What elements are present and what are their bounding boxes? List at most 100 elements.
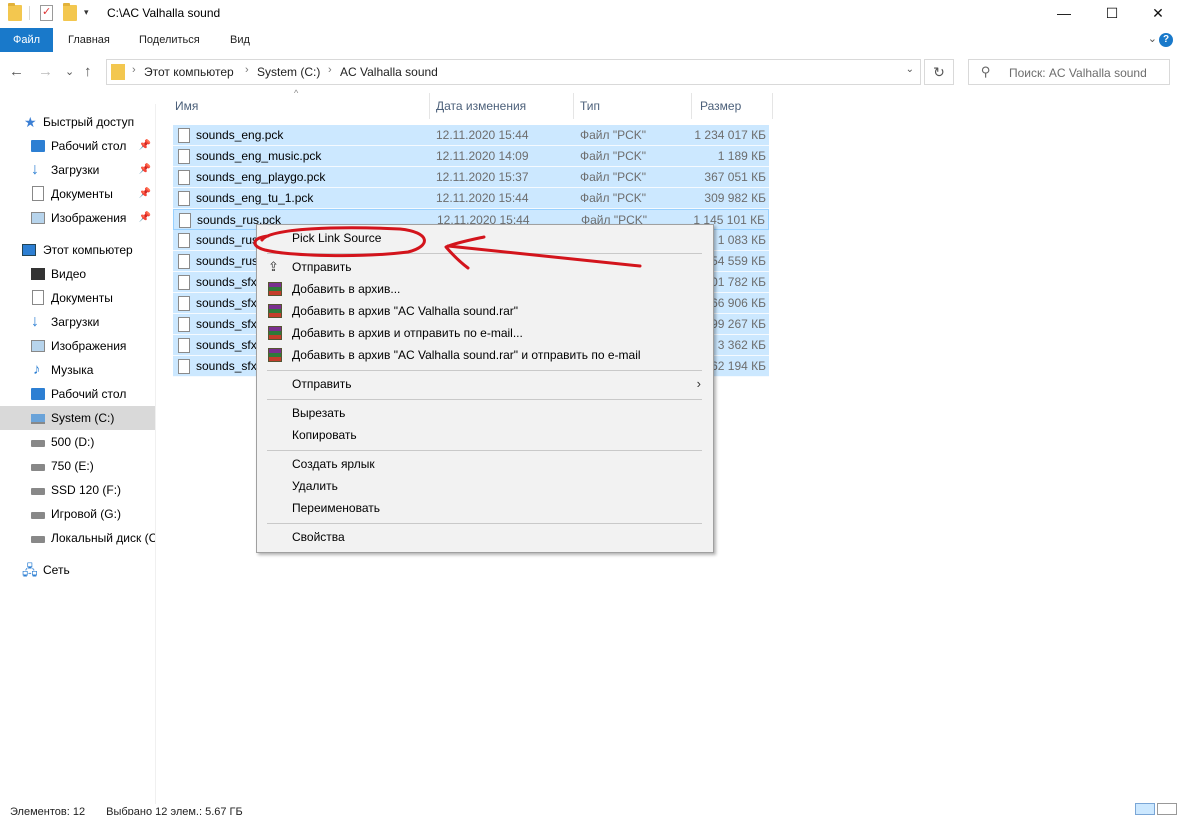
crumb-system-c[interactable]: System (C:)	[257, 65, 320, 79]
tab-home[interactable]: Главная	[56, 28, 122, 52]
menu-item-properties[interactable]: Свойства	[259, 526, 711, 548]
pin-icon[interactable]: 📌	[139, 182, 151, 206]
menu-separator	[267, 399, 702, 400]
menu-item-label: Pick Link Source	[292, 231, 382, 245]
crumb-separator[interactable]: ›	[328, 64, 332, 76]
tab-file[interactable]: Файл	[0, 28, 53, 52]
sidebar-item-pc-pictures[interactable]: Изображения	[0, 334, 155, 358]
pin-icon[interactable]: 📌	[139, 134, 151, 158]
sidebar-item-videos[interactable]: Видео	[0, 262, 155, 286]
system-drive-icon	[31, 414, 45, 424]
sidebar-item-drive-g[interactable]: Игровой (G:)	[0, 502, 155, 526]
sidebar-item-pc-desktop[interactable]: Рабочий стол	[0, 382, 155, 406]
sidebar-item-drive-e[interactable]: 750 (E:)	[0, 454, 155, 478]
address-dropdown-icon[interactable]: ⌄	[906, 64, 914, 75]
file-row[interactable]: sounds_eng_music.pck 12.11.2020 14:09 Файл…	[173, 146, 769, 167]
file-date: 12.11.2020 15:37	[436, 170, 529, 184]
close-button[interactable]: ✕	[1135, 0, 1177, 26]
column-header-date[interactable]: Дата изменения	[431, 93, 574, 119]
help-icon[interactable]: ?	[1159, 33, 1173, 47]
sidebar-item-label: Локальный диск (С	[51, 531, 155, 545]
menu-item-delete[interactable]: Удалить	[259, 475, 711, 497]
menu-item-add-and-email[interactable]: Добавить в архив и отправить по e-mail..…	[259, 322, 711, 344]
pin-icon[interactable]: 📌	[139, 158, 151, 182]
file-icon	[179, 213, 191, 228]
sidebar-item-label: Загрузки	[51, 315, 100, 329]
file-date: 12.11.2020 15:44	[436, 128, 529, 142]
file-icon	[178, 170, 190, 185]
drive-icon	[31, 536, 45, 543]
sidebar-item-pc-downloads[interactable]: ↓ Загрузки	[0, 310, 155, 334]
sidebar-item-label: Игровой (G:)	[51, 507, 121, 521]
sidebar-item-quick-access[interactable]: ★ Быстрый доступ	[0, 110, 155, 134]
menu-item-send-to[interactable]: Отправить ›	[259, 373, 711, 395]
crumb-separator[interactable]: ›	[132, 64, 136, 76]
title-bar: ▾ C:\AC Valhalla sound — ☐ ✕	[0, 0, 1177, 27]
pin-icon[interactable]: 📌	[139, 206, 151, 230]
divider	[29, 6, 30, 20]
refresh-button[interactable]: ↻	[924, 59, 954, 85]
picture-icon	[31, 212, 45, 224]
sidebar-item-pictures[interactable]: Изображения 📌	[0, 206, 155, 230]
file-name: sounds_eng.pck	[196, 128, 284, 142]
tab-share[interactable]: Поделиться	[127, 28, 212, 52]
winrar-icon	[268, 282, 282, 296]
recent-locations-button[interactable]: ⌄	[65, 60, 74, 84]
menu-item-add-to-archive[interactable]: Добавить в архив...	[259, 278, 711, 300]
sidebar-item-network[interactable]: 🖧 Сеть	[0, 558, 155, 582]
sidebar-item-music[interactable]: ♪ Музыка	[0, 358, 155, 382]
column-header-type[interactable]: Тип	[575, 93, 692, 119]
sidebar-item-label: Этот компьютер	[43, 243, 133, 257]
address-bar[interactable]: › Этот компьютер › System (C:) › AC Valh…	[106, 59, 921, 85]
folder-icon	[111, 64, 125, 80]
tab-view[interactable]: Вид	[218, 28, 262, 52]
sidebar-item-label: Музыка	[51, 363, 94, 377]
menu-item-copy[interactable]: Копировать	[259, 424, 711, 446]
sidebar-item-drive-d[interactable]: 500 (D:)	[0, 430, 155, 454]
star-icon: ★	[24, 114, 37, 130]
menu-item-cut[interactable]: Вырезать	[259, 402, 711, 424]
menu-item-add-to-rar[interactable]: Добавить в архив "AC Valhalla sound.rar"	[259, 300, 711, 322]
music-icon: ♪	[33, 361, 41, 378]
up-button[interactable]: ↑	[84, 60, 92, 84]
details-view-button[interactable]	[1135, 803, 1155, 815]
menu-item-add-rar-and-email[interactable]: Добавить в архив "AC Valhalla sound.rar"…	[259, 344, 711, 366]
sidebar-item-pc-documents[interactable]: Документы	[0, 286, 155, 310]
column-header-size[interactable]: Размер	[695, 93, 773, 119]
new-folder-icon[interactable]	[63, 3, 77, 21]
menu-item-share[interactable]: ⇪ Отправить	[259, 256, 711, 278]
file-icon	[178, 338, 190, 353]
sidebar-item-label: SSD 120 (F:)	[51, 483, 122, 497]
maximize-button[interactable]: ☐	[1089, 0, 1135, 26]
column-header-name[interactable]: Имя	[170, 93, 430, 119]
sidebar-item-drive-f[interactable]: SSD 120 (F:)	[0, 478, 155, 502]
folder-icon	[8, 3, 22, 21]
file-row[interactable]: sounds_eng_playgo.pck 12.11.2020 15:37 Фай…	[173, 167, 769, 188]
quick-access-dropdown-icon[interactable]: ▾	[84, 7, 89, 18]
file-name: sounds_rus	[196, 233, 259, 247]
search-box[interactable]: ⚲ Поиск: AC Valhalla sound	[968, 59, 1170, 85]
crumb-this-pc[interactable]: Этот компьютер	[144, 65, 234, 79]
sidebar-item-this-pc[interactable]: Этот компьютер	[0, 238, 155, 262]
sidebar-item-system-c[interactable]: System (C:)	[0, 406, 155, 430]
menu-item-rename[interactable]: Переименовать	[259, 497, 711, 519]
menu-item-pick-link-source[interactable]: Pick Link Source	[259, 227, 711, 249]
menu-item-create-shortcut[interactable]: Создать ярлык	[259, 453, 711, 475]
sidebar-item-local-disk[interactable]: Локальный диск (С	[0, 526, 155, 550]
file-size: 1 083 КБ	[717, 233, 766, 247]
back-button[interactable]: ←	[9, 60, 24, 84]
crumb-current-folder[interactable]: AC Valhalla sound	[340, 65, 438, 79]
sidebar-item-desktop[interactable]: Рабочий стол 📌	[0, 134, 155, 158]
expand-ribbon-icon[interactable]: ⌄	[1148, 32, 1157, 45]
properties-icon[interactable]	[40, 5, 53, 21]
file-row[interactable]: sounds_eng.pck 12.11.2020 15:44 Файл "PCK"…	[173, 125, 769, 146]
crumb-separator[interactable]: ›	[245, 64, 249, 76]
file-icon	[178, 317, 190, 332]
minimize-button[interactable]: —	[1041, 0, 1087, 26]
sidebar-item-downloads[interactable]: ↓ Загрузки 📌	[0, 158, 155, 182]
large-icons-view-button[interactable]	[1157, 803, 1177, 815]
forward-button[interactable]: →	[38, 60, 53, 84]
file-row[interactable]: sounds_eng_tu_1.pck 12.11.2020 15:44 Файл …	[173, 188, 769, 209]
sidebar-item-documents[interactable]: Документы 📌	[0, 182, 155, 206]
search-input[interactable]: Поиск: AC Valhalla sound	[1009, 66, 1147, 80]
